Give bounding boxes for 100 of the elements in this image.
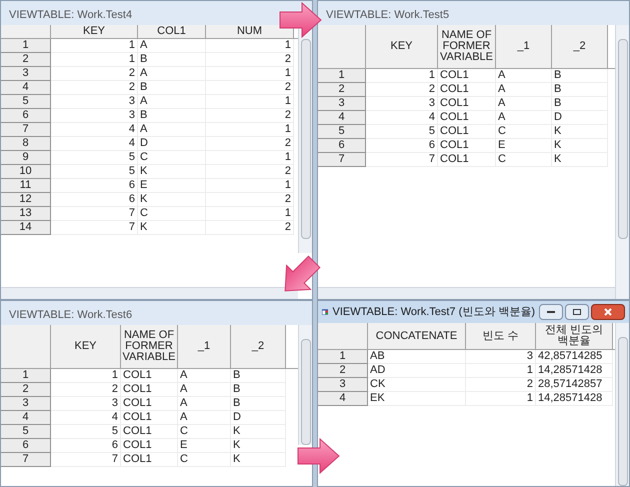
table-cell: K xyxy=(231,439,286,453)
row-number: 6 xyxy=(1,439,51,453)
table-icon xyxy=(322,306,328,318)
table-cell: 2 xyxy=(51,81,138,95)
table-cell: A xyxy=(138,123,206,137)
table-cell: A xyxy=(496,97,552,111)
minimize-button[interactable] xyxy=(539,304,563,320)
table-cell: B xyxy=(231,383,286,397)
column-header[interactable]: NAME OF FORMER VARIABLE xyxy=(438,25,496,68)
table-cell: C xyxy=(138,151,206,165)
table-cell: 28,57142857 xyxy=(536,378,613,392)
column-header[interactable]: _2 xyxy=(231,325,286,368)
table-cell: 2 xyxy=(206,81,294,95)
table-cell: 6 xyxy=(51,439,121,453)
column-header[interactable]: _1 xyxy=(178,325,231,368)
column-header[interactable]: _1 xyxy=(496,25,552,68)
table-cell: 3 xyxy=(51,109,138,123)
row-number: 3 xyxy=(318,97,366,111)
table-cell: 7 xyxy=(51,207,138,221)
table-cell: 1 xyxy=(51,53,138,67)
column-header[interactable]: CONCATENATE xyxy=(368,323,466,349)
table-cell: K xyxy=(231,425,286,439)
table-cell: 2 xyxy=(206,53,294,67)
table-cell: 4 xyxy=(51,411,121,425)
table-cell: 1 xyxy=(206,95,294,109)
table-cell: 2 xyxy=(206,137,294,151)
column-header[interactable]: _2 xyxy=(552,25,608,68)
column-header[interactable]: KEY xyxy=(366,25,438,68)
row-number: 3 xyxy=(1,397,51,411)
vertical-scrollbar[interactable] xyxy=(615,25,629,299)
table-cell: 3 xyxy=(51,397,121,411)
table-cell: COL1 xyxy=(438,83,496,97)
table-cell: 2 xyxy=(466,378,536,392)
row-number: 7 xyxy=(1,123,51,137)
table-cell: B xyxy=(138,53,206,67)
table-cell: 5 xyxy=(366,125,438,139)
table-cell: 14,28571428 xyxy=(536,364,613,378)
table-cell: K xyxy=(231,453,286,467)
row-number: 5 xyxy=(1,425,51,439)
row-number: 4 xyxy=(1,81,51,95)
table-cell: 5 xyxy=(51,165,138,179)
table-cell: K xyxy=(552,153,608,167)
table-cell: 2 xyxy=(206,165,294,179)
table-cell: 2 xyxy=(366,83,438,97)
table-cell: 1 xyxy=(206,179,294,193)
row-number: 4 xyxy=(318,392,368,406)
row-number: 7 xyxy=(318,153,366,167)
vertical-scrollbar[interactable] xyxy=(615,323,629,486)
window-title: VIEWTABLE: Work.Test4 xyxy=(9,8,132,22)
table-cell: 2 xyxy=(51,67,138,81)
table-cell: 6 xyxy=(51,193,138,207)
table-cell: E xyxy=(178,439,231,453)
row-number: 1 xyxy=(1,39,51,53)
row-number: 1 xyxy=(318,350,368,364)
row-number: 2 xyxy=(318,364,368,378)
horizontal-scrollbar[interactable] xyxy=(318,287,615,299)
row-number: 4 xyxy=(1,411,51,425)
row-number: 5 xyxy=(1,95,51,109)
table-cell: K xyxy=(552,125,608,139)
close-button[interactable] xyxy=(591,304,625,320)
row-number: 7 xyxy=(1,453,51,467)
row-number: 2 xyxy=(1,53,51,67)
column-header[interactable]: KEY xyxy=(51,325,121,368)
column-header[interactable]: COL1 xyxy=(138,25,206,38)
table-cell: B xyxy=(231,369,286,383)
column-header[interactable]: 빈도 수 xyxy=(466,323,536,349)
row-number: 5 xyxy=(318,125,366,139)
row-number: 1 xyxy=(1,369,51,383)
table-cell: B xyxy=(552,97,608,111)
arrow-icon xyxy=(296,438,340,474)
table-cell: A xyxy=(496,83,552,97)
table-cell: 2 xyxy=(206,193,294,207)
table-cell: 4 xyxy=(366,111,438,125)
table-cell: A xyxy=(138,95,206,109)
table-cell: COL1 xyxy=(438,153,496,167)
window-title: VIEWTABLE: Work.Test5 xyxy=(326,8,450,22)
table-cell: 42,85714285 xyxy=(536,350,613,364)
table-cell: COL1 xyxy=(438,97,496,111)
table-cell: B xyxy=(138,109,206,123)
row-number: 2 xyxy=(1,383,51,397)
column-header[interactable]: NUM xyxy=(206,25,294,38)
row-number: 13 xyxy=(1,207,51,221)
column-header[interactable]: 전체 빈도의 백분율 xyxy=(536,323,613,349)
row-number: 14 xyxy=(1,221,51,235)
table-cell: 3 xyxy=(366,97,438,111)
table-cell: A xyxy=(138,39,206,53)
table-cell: K xyxy=(138,193,206,207)
table-cell: C xyxy=(496,153,552,167)
table-cell: AD xyxy=(368,364,466,378)
column-header[interactable]: NAME OF FORMER VARIABLE xyxy=(121,325,178,368)
row-number: 6 xyxy=(318,139,366,153)
table-cell: C xyxy=(496,125,552,139)
horizontal-scrollbar[interactable] xyxy=(1,287,298,299)
vertical-scrollbar[interactable] xyxy=(298,325,312,445)
table-cell: E xyxy=(138,179,206,193)
row-number: 2 xyxy=(318,83,366,97)
maximize-button[interactable] xyxy=(565,304,589,320)
table-cell: COL1 xyxy=(438,69,496,83)
column-header[interactable]: KEY xyxy=(51,25,138,38)
table-cell: COL1 xyxy=(438,111,496,125)
